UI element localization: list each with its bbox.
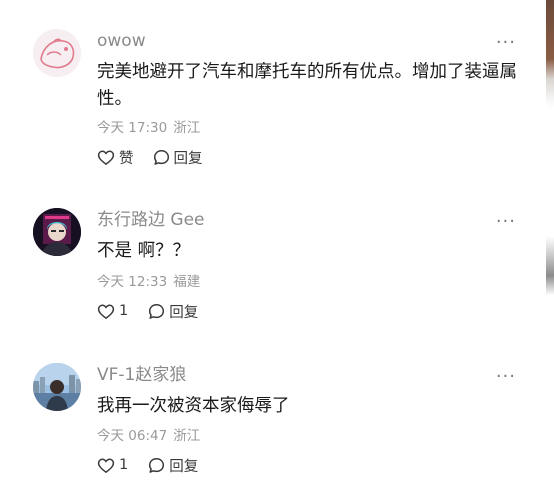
more-options-icon[interactable]: ··· — [496, 368, 516, 386]
comment-text: 不是 啊？？ — [97, 241, 191, 261]
like-button[interactable]: 1 — [97, 303, 128, 320]
comment-text: 我再一次被资本家侮辱了 — [97, 396, 290, 416]
avatar[interactable] — [33, 363, 81, 411]
thumbs-up-icon — [97, 150, 115, 165]
like-count: 1 — [119, 457, 129, 473]
comment-time: 今天 17:30 — [97, 120, 168, 136]
comment-meta: 今天 17:30 浙江 — [97, 119, 200, 137]
comment-meta: 今天 12:33 福建 — [97, 273, 200, 291]
like-button[interactable]: 赞 — [97, 147, 134, 168]
heart-icon — [97, 304, 115, 319]
reply-label: 回复 — [169, 458, 199, 475]
comment-time: 今天 06:47 — [97, 428, 168, 444]
avatar[interactable] — [33, 208, 81, 256]
reply-button[interactable]: 回复 — [148, 301, 198, 322]
comment-actions: 1 回复 — [97, 454, 198, 476]
comment-location: 浙江 — [173, 120, 201, 136]
comment-meta: 今天 06:47 浙江 — [97, 427, 200, 445]
reply-button[interactable]: 回复 — [148, 455, 198, 476]
username[interactable]: owow — [97, 30, 146, 52]
like-button[interactable]: 1 — [97, 457, 128, 474]
username[interactable]: VF-1赵家狼 — [97, 364, 186, 386]
comment-actions: 赞 回复 — [97, 146, 203, 168]
comment-bubble-icon — [149, 457, 165, 473]
like-count: 1 — [119, 303, 129, 319]
comment-location: 浙江 — [173, 428, 201, 444]
comment-bubble-icon — [149, 303, 165, 319]
more-options-icon[interactable]: ··· — [496, 213, 516, 231]
avatar[interactable] — [33, 29, 81, 77]
comment-bubble-icon — [153, 149, 169, 165]
reply-label: 回复 — [169, 304, 199, 321]
comment-location: 福建 — [173, 274, 201, 290]
heart-icon — [97, 458, 115, 473]
comment-time: 今天 12:33 — [97, 274, 168, 290]
username[interactable]: 东行路边 Gee — [97, 209, 205, 231]
reply-button[interactable]: 回复 — [153, 147, 203, 168]
comment-text: 完美地避开了汽车和摩托车的所有优点。增加了装逼属性。 — [97, 62, 517, 109]
reply-label: 回复 — [173, 150, 203, 167]
more-options-icon[interactable]: ··· — [496, 34, 516, 52]
adjacent-content-edge — [546, 0, 554, 492]
like-label: 赞 — [119, 150, 134, 167]
comment-actions: 1 回复 — [97, 300, 198, 322]
